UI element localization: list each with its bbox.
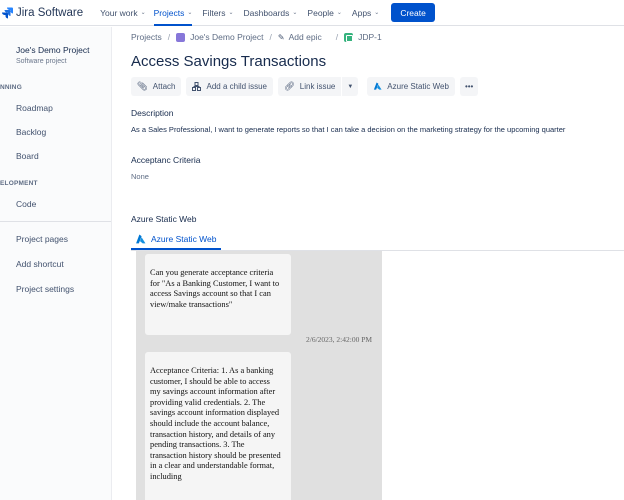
sidebar-project-name[interactable]: Joe's Demo Project	[16, 45, 89, 55]
sidebar-item-board[interactable]: Board	[16, 151, 39, 161]
nav-your-work-label: Your work	[100, 7, 138, 18]
chat-panel[interactable]: Can you generate acceptance criteria for…	[136, 251, 382, 500]
issue-toolbar: 📎︎ Attach Add a child issue 🔗︎ Link issu…	[131, 77, 483, 96]
chevron-down-icon: ⌄	[374, 10, 380, 16]
description-heading: Description	[131, 108, 174, 118]
attach-button[interactable]: 📎︎ Attach	[131, 77, 182, 96]
breadcrumb-add-epic[interactable]: Add epic	[289, 32, 322, 42]
jira-logo-icon	[2, 7, 13, 18]
nav-people[interactable]: People ⌄	[307, 0, 342, 26]
attach-button-label: Attach	[152, 82, 176, 91]
top-navigation: Jira Software Your work ⌄ Projects ⌄ Filte…	[0, 0, 624, 26]
azure-static-web-heading: Azure Static Web	[131, 214, 197, 224]
nav-dashboards[interactable]: Dashboards ⌄	[244, 0, 298, 26]
nav-projects[interactable]: Projects ⌄	[153, 0, 193, 26]
sidebar-item-add-shortcut[interactable]: Add shortcut	[16, 259, 64, 269]
chevron-down-icon: ⌄	[140, 10, 146, 16]
chevron-down-icon: ⌄	[336, 10, 342, 16]
more-icon: •••	[464, 82, 474, 91]
breadcrumb-projects[interactable]: Projects	[131, 32, 162, 42]
story-icon	[344, 32, 354, 42]
breadcrumb-separator: /	[167, 32, 171, 42]
breadcrumb-issue-key[interactable]: JDP-1	[358, 32, 382, 42]
chevron-down-icon: ⌄	[228, 10, 234, 16]
acceptance-criteria-heading: Acceptanc Criteria	[131, 155, 201, 165]
paperclip-icon: 📎︎	[137, 81, 148, 91]
azure-static-web-label: Azure Static Web	[387, 82, 449, 91]
chat-message-assistant: Acceptance Criteria: 1. As a banking cus…	[145, 352, 291, 500]
description-text[interactable]: As a Sales Professional, I want to gener…	[131, 125, 565, 134]
chat-timestamp: 2/6/2023, 2:42:00 PM	[306, 335, 373, 344]
azure-icon	[136, 234, 146, 243]
sidebar-item-project-pages[interactable]: Project pages	[16, 234, 68, 244]
nav-apps[interactable]: Apps ⌄	[352, 0, 379, 26]
add-child-issue-label: Add a child issue	[206, 82, 267, 91]
sidebar-section-development: ELOPMENT	[0, 180, 38, 187]
more-actions-button[interactable]: •••	[459, 77, 479, 96]
nav-filters-label: Filters	[202, 7, 226, 18]
sidebar-item-project-settings[interactable]: Project settings	[16, 284, 74, 294]
nav-projects-label: Projects	[153, 7, 185, 18]
nav-filters[interactable]: Filters ⌄	[202, 0, 233, 26]
project-sidebar: Joe's Demo Project Software project NNIN…	[0, 27, 112, 500]
add-child-issue-button[interactable]: Add a child issue	[186, 77, 273, 96]
chevron-down-icon: ⌄	[292, 10, 298, 16]
tab-azure-static-web[interactable]: Azure Static Web	[131, 230, 221, 250]
breadcrumb-separator: /	[269, 32, 272, 42]
nav-apps-label: Apps	[351, 7, 372, 18]
link-icon: 🔗︎	[283, 81, 295, 91]
app-name: Jira Software	[16, 6, 84, 19]
issue-title[interactable]: Access Savings Transactions	[131, 53, 326, 70]
breadcrumb-separator: /	[335, 32, 339, 42]
azure-icon	[374, 82, 382, 90]
sidebar-item-code[interactable]: Code	[16, 199, 36, 209]
azure-static-web-button[interactable]: Azure Static Web	[367, 77, 455, 96]
link-issue-dropdown[interactable]: ▼	[342, 77, 359, 96]
tab-azure-static-web-label: Azure Static Web	[151, 234, 217, 244]
sidebar-project-type: Software project	[16, 58, 67, 65]
breadcrumb-project[interactable]: Joe's Demo Project	[190, 32, 263, 42]
child-issue-icon	[192, 82, 202, 91]
nav-dashboards-label: Dashboards	[243, 7, 290, 18]
chevron-down-icon: ⌄	[187, 10, 193, 16]
chat-message-user: Can you generate acceptance criteria for…	[145, 254, 291, 335]
nav-your-work[interactable]: Your work ⌄	[100, 0, 146, 26]
pencil-icon: ✎	[277, 32, 285, 42]
link-issue-button[interactable]: 🔗︎ Link issue	[277, 77, 342, 96]
project-avatar-icon	[176, 32, 186, 42]
nav-people-label: People	[307, 7, 334, 18]
sidebar-section-planning: NNING	[0, 84, 22, 91]
app-logo[interactable]: Jira Software	[0, 7, 83, 19]
link-issue-label: Link issue	[299, 82, 336, 91]
create-button[interactable]: Create	[391, 3, 435, 22]
sidebar-item-backlog[interactable]: Backlog	[16, 127, 46, 137]
sidebar-divider	[0, 221, 111, 222]
sidebar-item-roadmap[interactable]: Roadmap	[16, 103, 53, 113]
acceptance-criteria-value[interactable]: None	[131, 172, 149, 181]
breadcrumb: Projects / Joe's Demo Project / ✎ Add ep…	[131, 32, 382, 42]
chevron-down-icon: ▼	[347, 83, 354, 90]
